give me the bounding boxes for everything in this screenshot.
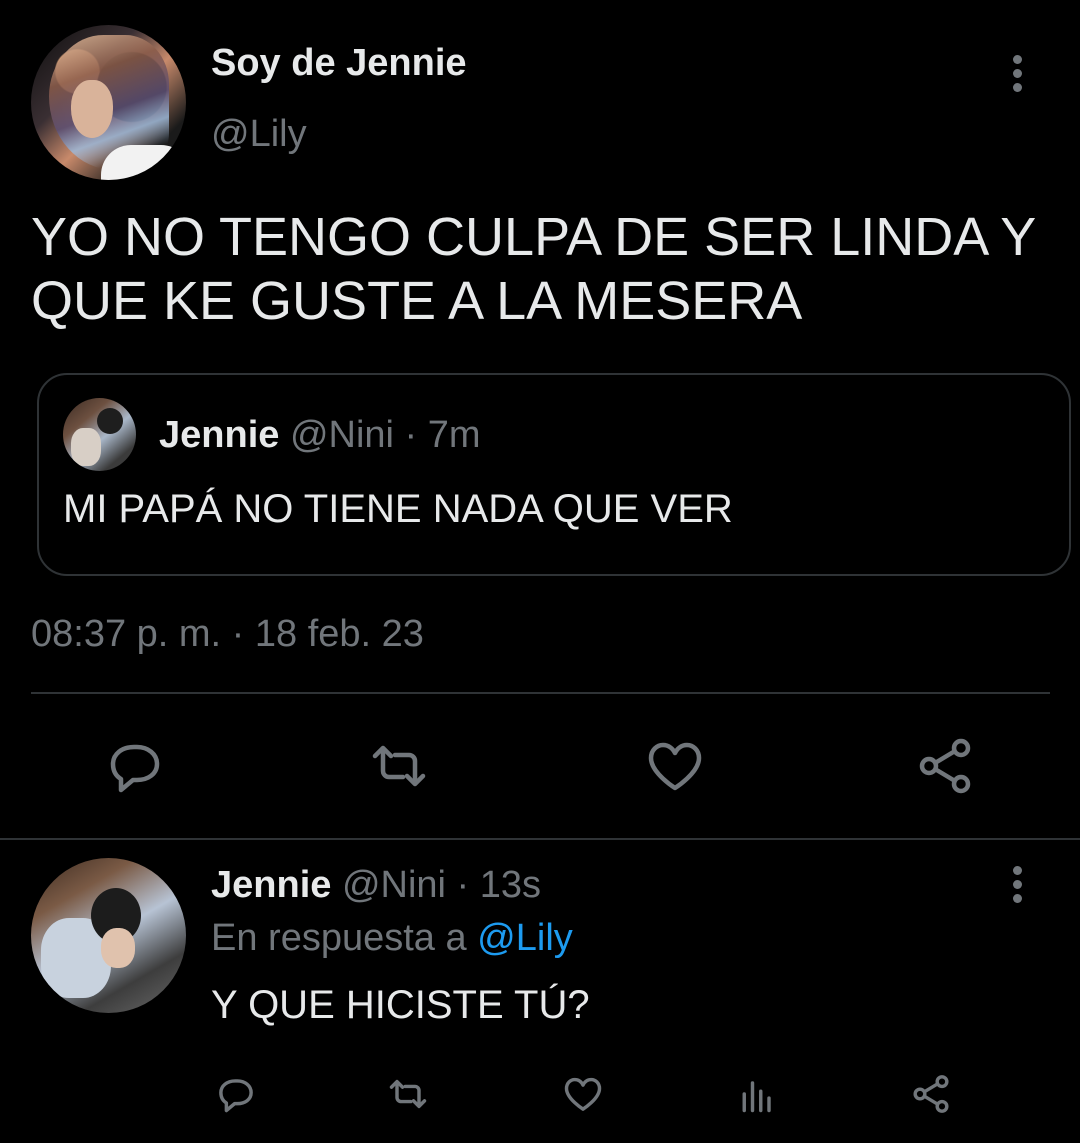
more-options-icon[interactable]	[1003, 55, 1031, 95]
like-icon[interactable]	[643, 734, 707, 798]
quoted-tweet-card[interactable]	[37, 373, 1071, 576]
main-author-avatar[interactable]	[31, 25, 186, 180]
reply-icon[interactable]	[103, 734, 167, 798]
main-author-name[interactable]: Soy de Jennie	[211, 42, 467, 85]
tweet-text: YO NO TENGO CULPA DE SER LINDA Y QUE KE …	[31, 205, 1041, 333]
main-author-handle[interactable]: @Lily	[211, 113, 307, 156]
quoted-author-name: Jennie	[159, 414, 280, 456]
retweet-icon[interactable]	[386, 1072, 430, 1116]
quoted-author-meta: @Nini · 7m	[279, 414, 481, 456]
reply-author-avatar[interactable]	[31, 858, 186, 1013]
divider	[0, 838, 1080, 840]
replying-to: En respuesta a @Lily	[211, 917, 573, 960]
share-icon[interactable]	[913, 734, 977, 798]
quoted-tweet-header: Jennie @Nini · 7m	[159, 414, 481, 457]
share-icon[interactable]	[909, 1072, 953, 1116]
views-icon[interactable]	[736, 1072, 780, 1116]
more-options-icon[interactable]	[1003, 866, 1031, 906]
replying-to-label: En respuesta a	[211, 917, 478, 959]
like-icon[interactable]	[561, 1072, 605, 1116]
reply-author-name[interactable]: Jennie	[211, 864, 331, 906]
replying-to-mention[interactable]: @Lily	[477, 917, 573, 959]
retweet-icon[interactable]	[367, 734, 431, 798]
quoted-author-avatar[interactable]	[63, 398, 136, 471]
tweet-text-line: YO NO TENGO CULPA DE SER LINDA Y	[31, 207, 1037, 267]
tweet-timestamp[interactable]: 08:37 p. m. · 18 feb. 23	[31, 613, 424, 656]
reply-icon[interactable]	[214, 1072, 258, 1116]
tweet-text-line: QUE KE GUSTE A LA MESERA	[31, 271, 803, 331]
quoted-tweet-text: MI PAPÁ NO TIENE NADA QUE VER	[63, 487, 733, 531]
reply-tweet-header: Jennie @Nini · 13s	[211, 864, 541, 907]
divider	[31, 692, 1050, 694]
reply-author-meta: @Nini · 13s	[331, 864, 542, 906]
reply-tweet-text: Y QUE HICISTE TÚ?	[211, 983, 590, 1027]
